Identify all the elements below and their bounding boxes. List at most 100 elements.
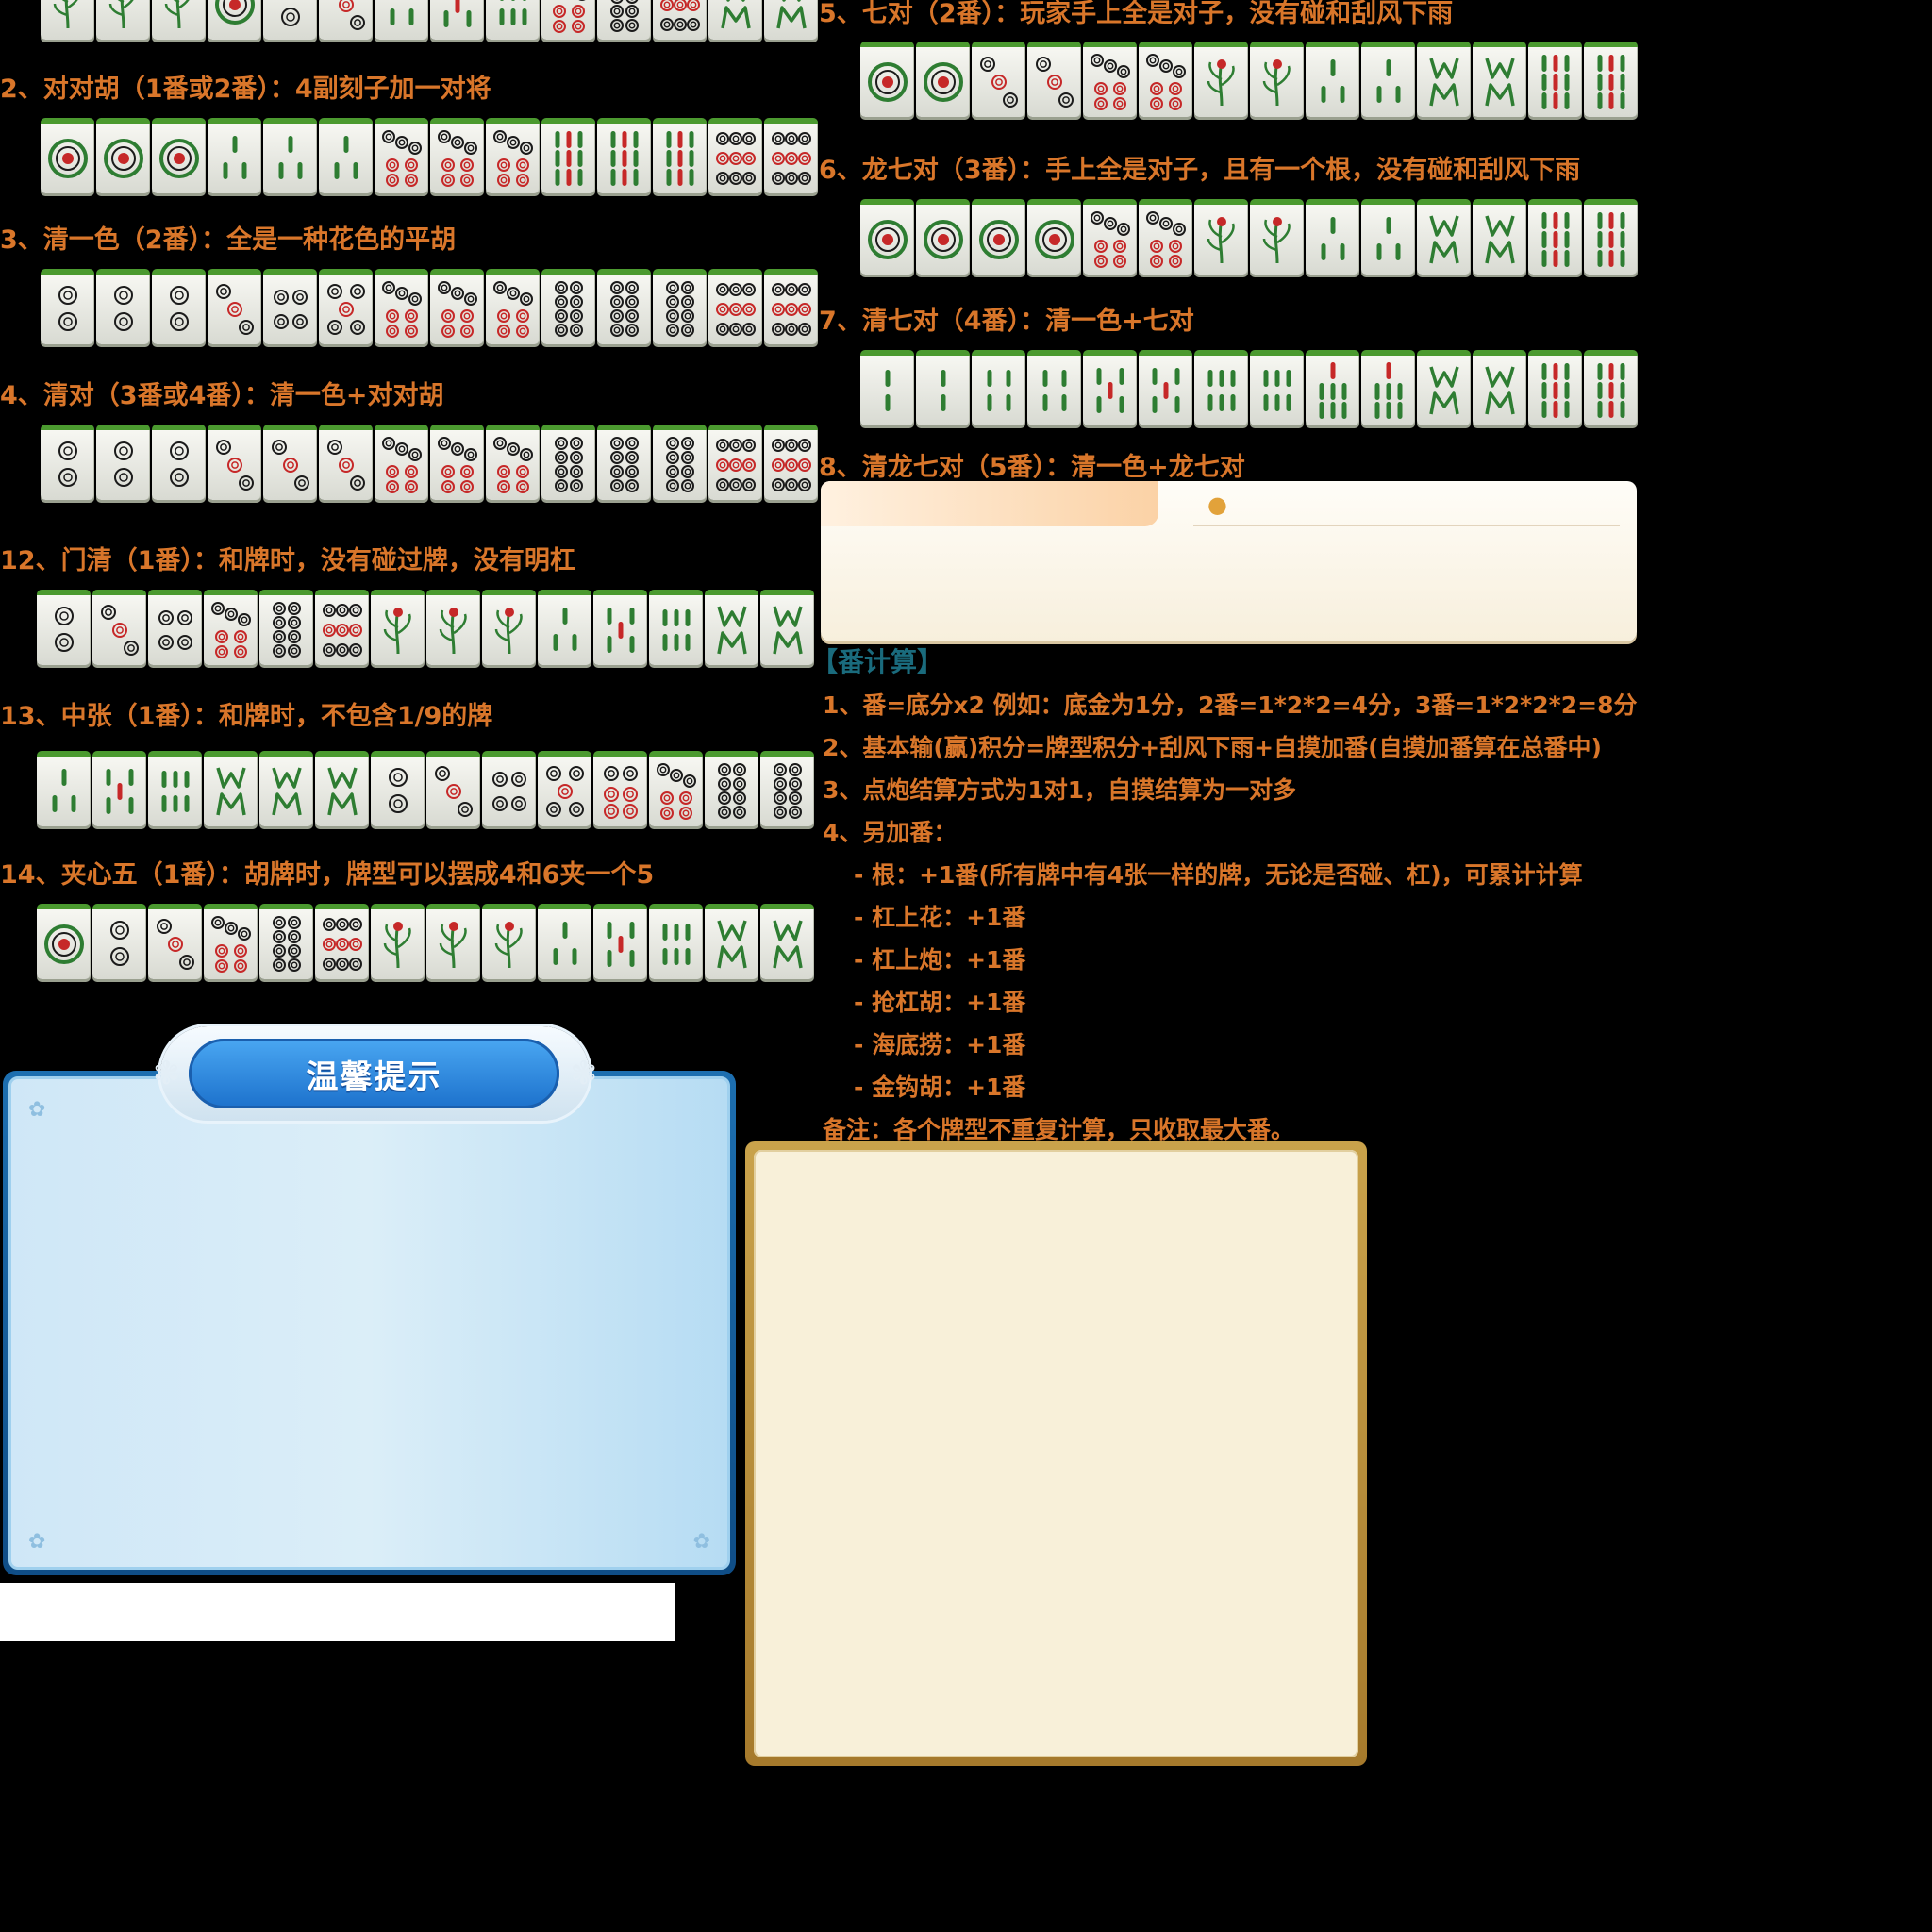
mahjong-tile-b3	[538, 590, 591, 665]
mahjong-tile-d1	[860, 42, 914, 117]
mahjong-tile-b1	[426, 904, 480, 979]
mahjong-tile-b6	[649, 590, 703, 665]
mahjong-tile-d3	[92, 590, 146, 665]
mahjong-tile-b5	[593, 904, 647, 979]
mahjong-tile-d2	[152, 425, 206, 500]
tile-row-qingyise	[41, 269, 820, 344]
gourd-icon: ●	[1208, 491, 1227, 518]
mahjong-tile-c	[1417, 350, 1471, 425]
swirl-ornament-icon: ✿	[28, 1098, 46, 1122]
cloud-ornament-icon: ❃	[570, 1055, 598, 1092]
mahjong-tile-b4	[972, 350, 1025, 425]
mahjong-tile-c	[1473, 42, 1526, 117]
fan-calc-line: 2、基本输(赢)积分=牌型积分+刮风下雨+自摸加番(自摸加番算在总番中)	[823, 734, 1602, 761]
mahjong-tile-b2	[860, 350, 914, 425]
mahjong-tile-b5	[92, 751, 146, 826]
tab-selected[interactable]	[821, 481, 1158, 526]
mahjong-tile-b1	[41, 0, 94, 40]
mahjong-tile-d3	[1027, 42, 1081, 117]
mahjong-tile-d3	[148, 904, 202, 979]
mahjong-tile-c	[1417, 199, 1471, 275]
tip-title-banner: ❃ ❃ 温馨提示	[153, 1026, 597, 1121]
tile-row-duiduihu	[41, 118, 820, 193]
mahjong-tile-d1	[152, 118, 206, 193]
fan-calc-line: 1、番=底分x2 例如：底金为1分，2番=1*2*2=4分，3番=1*2*2*2…	[823, 691, 1638, 719]
tip-dialog-body: ✿ ✿ ✿	[8, 1076, 730, 1570]
mahjong-tile-d3	[426, 751, 480, 826]
mahjong-tile-b6	[1194, 350, 1248, 425]
mahjong-tile-d3	[208, 425, 261, 500]
mahjong-tile-d1	[37, 904, 91, 979]
fan-calc-line: - 金钩胡：+1番	[854, 1074, 1026, 1101]
mahjong-tile-d7	[486, 269, 540, 344]
mahjong-tile-d7	[430, 425, 484, 500]
mahjong-tile-d8	[541, 425, 595, 500]
mahjong-tile-d7	[649, 751, 703, 826]
mahjong-tile-b2	[916, 350, 970, 425]
swirl-ornament-icon: ✿	[692, 1530, 710, 1554]
mahjong-tile-b7	[1306, 350, 1359, 425]
mahjong-tile-d8	[653, 425, 707, 500]
mahjong-tile-b3	[1306, 42, 1359, 117]
tile-row-qingqidui	[860, 350, 1640, 425]
tab-divider	[1193, 525, 1620, 526]
section-label-jiaxinwu: 14、夹心五（1番）：胡牌时，牌型可以摆成4和6夹一个5	[0, 860, 655, 890]
mahjong-tile-b9	[653, 118, 707, 193]
mahjong-tile-d2	[41, 425, 94, 500]
mahjong-tile-d3	[263, 425, 317, 500]
mahjong-tile-d1	[1027, 199, 1081, 275]
tile-row-jiaxinwu	[37, 904, 816, 979]
mahjong-tile-d8	[653, 269, 707, 344]
mahjong-tile-d2	[96, 269, 150, 344]
mahjong-tile-b1	[96, 0, 150, 40]
tile-row-qidui	[860, 42, 1640, 117]
section-label-qingyise: 3、清一色（2番）：全是一种花色的平胡	[0, 225, 457, 255]
mahjong-tile-b3	[538, 904, 591, 979]
mahjong-tile-d2	[96, 425, 150, 500]
mahjong-tile-b5	[430, 0, 484, 40]
mahjong-tile-d1	[972, 199, 1025, 275]
mahjong-tile-b1	[1250, 199, 1304, 275]
mahjong-tile-d7	[204, 904, 258, 979]
mahjong-tile-d2	[92, 904, 146, 979]
section-label-qidui: 5、七对（2番）：玩家手上全是对子，没有碰和刮风下雨	[819, 0, 1454, 28]
tip-title: 温馨提示	[189, 1039, 559, 1108]
mahjong-tile-d5	[319, 269, 373, 344]
mahjong-tile-b6	[649, 904, 703, 979]
fan-calc-line: - 杠上花：+1番	[854, 904, 1026, 931]
tip-dialog: ✿ ✿ ✿	[3, 1071, 736, 1575]
mahjong-tile-d9	[708, 425, 762, 500]
mahjong-tile-d9	[764, 118, 818, 193]
mahjong-tile-b6	[148, 751, 202, 826]
mahjong-tile-b3	[208, 118, 261, 193]
mahjong-tile-d7	[1139, 199, 1192, 275]
mahjong-tile-d8	[597, 0, 651, 40]
mahjong-tile-b9	[1528, 42, 1582, 117]
mahjong-tile-d7	[541, 0, 595, 40]
mahjong-tile-d1	[208, 0, 261, 40]
fan-calc-line: - 根：+1番(所有牌中有4张一样的牌，无论是否碰、杠)，可累计计算	[854, 861, 1583, 889]
mahjong-tile-c	[708, 0, 762, 40]
mahjong-tile-d1	[916, 42, 970, 117]
mahjong-tile-c	[259, 751, 313, 826]
mahjong-tile-d8	[705, 751, 758, 826]
mahjong-tile-d9	[315, 590, 369, 665]
mahjong-tile-d9	[708, 118, 762, 193]
mahjong-tile-b9	[541, 118, 595, 193]
mahjong-tile-b9	[1528, 350, 1582, 425]
mahjong-tile-d8	[760, 751, 814, 826]
fan-calc-line: - 抢杠胡：+1番	[854, 989, 1026, 1016]
mahjong-tile-d9	[315, 904, 369, 979]
mahjong-tile-b7	[1361, 350, 1415, 425]
section-label-qingdui: 4、清对（3番或4番）：清一色+对对胡	[0, 381, 444, 410]
mahjong-tile-d1	[916, 199, 970, 275]
tile-row-zhongzhang	[37, 751, 816, 826]
section-label-menqing: 12、门清（1番）：和牌时，没有碰过牌，没有明杠	[0, 546, 575, 575]
mahjong-tile-b1	[152, 0, 206, 40]
section-label-zhongzhang: 13、中张（1番）：和牌时，不包含1/9的牌	[0, 702, 493, 731]
mahjong-tile-d8	[541, 269, 595, 344]
fan-calc-line: 3、点炮结算方式为1对1，自摸结算为一对多	[823, 776, 1297, 804]
fan-calc-note: 备注：各个牌型不重复计算，只收取最大番。	[823, 1116, 1295, 1143]
mahjong-tile-d2	[152, 269, 206, 344]
mahjong-tile-b9	[597, 118, 651, 193]
